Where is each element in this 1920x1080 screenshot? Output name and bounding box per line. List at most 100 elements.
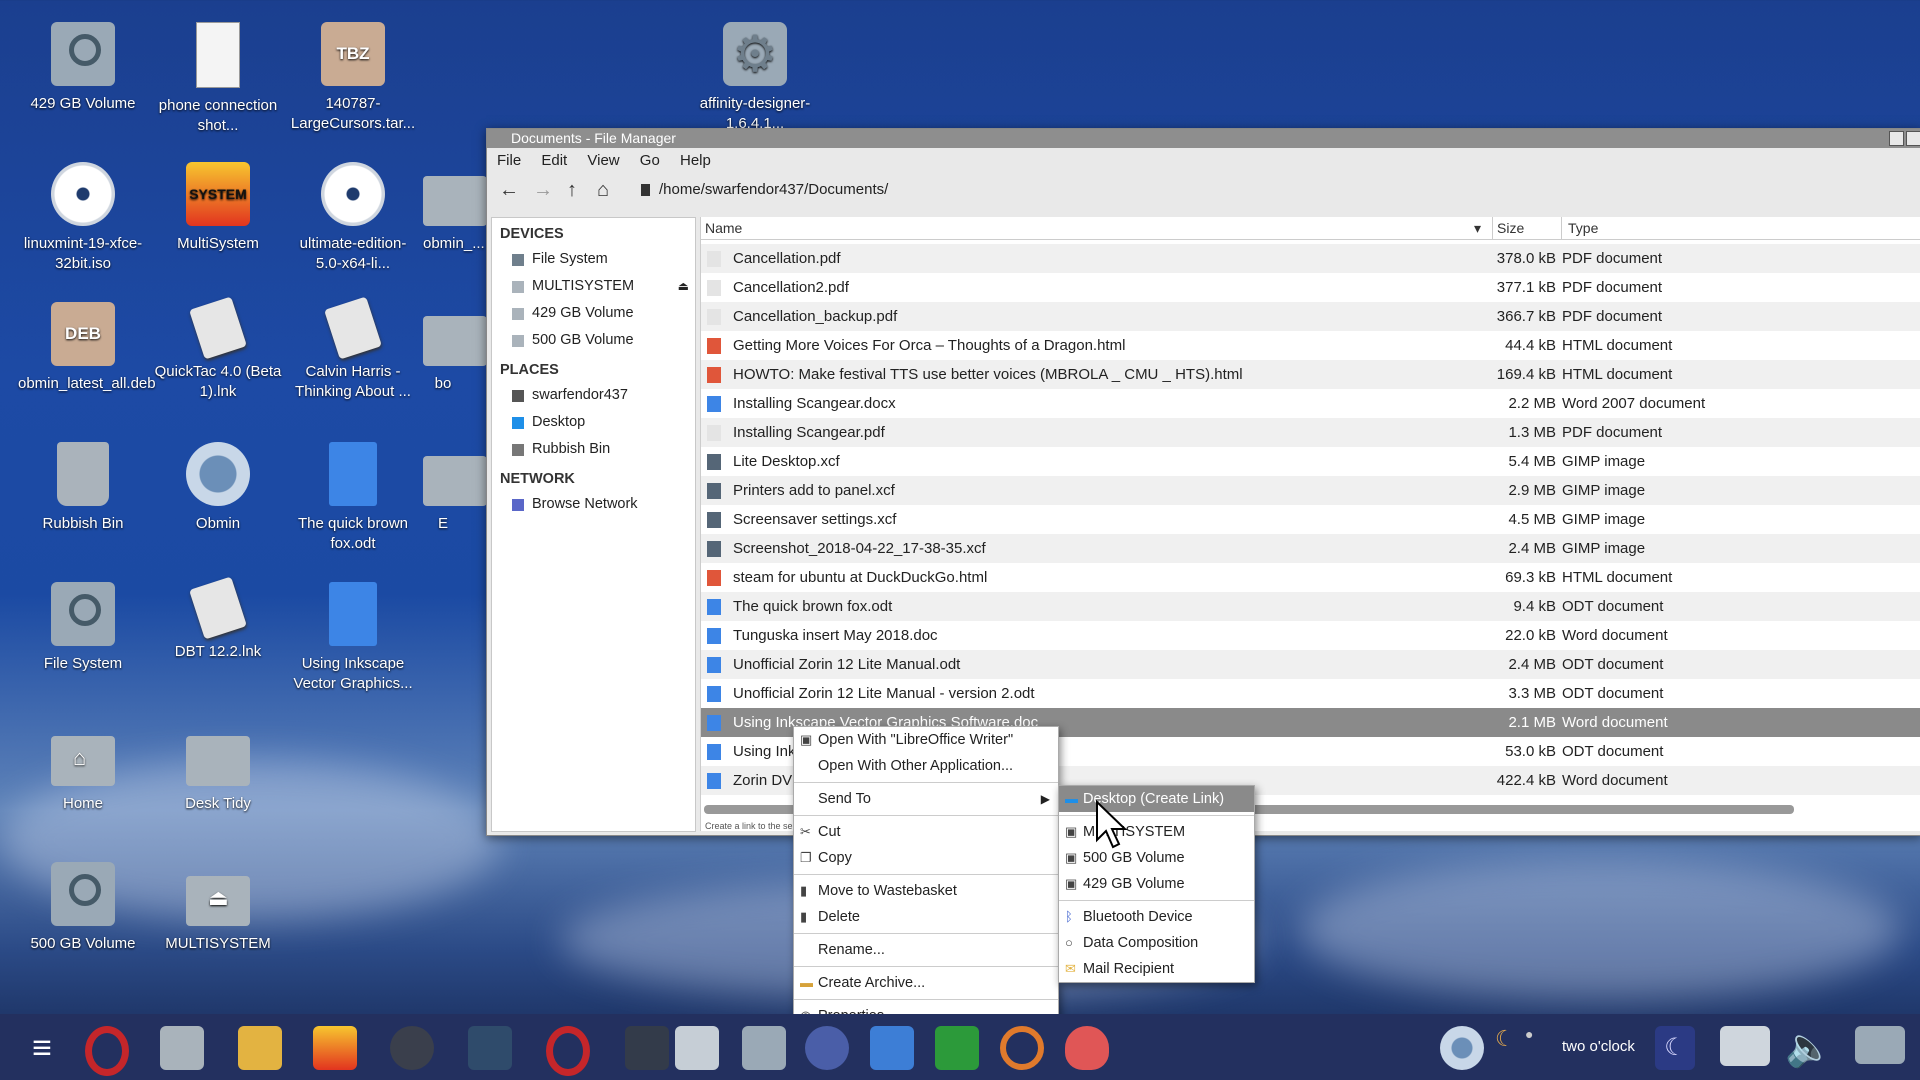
desktop-icon[interactable]: obmin_... xyxy=(423,162,487,254)
sidebar-item-browse-network[interactable]: Browse Network xyxy=(492,491,695,518)
maximize-button[interactable] xyxy=(1906,131,1920,146)
eject-icon[interactable]: ⏏ xyxy=(678,273,689,300)
menu-item-desktop-create-link[interactable]: ▬ Desktop (Create Link) xyxy=(1059,786,1254,812)
menu-item-move-to-wastebasket[interactable]: ▮ Move to Wastebasket xyxy=(794,878,1058,904)
size-column-header[interactable]: Size xyxy=(1492,217,1524,239)
desktop-icon[interactable]: Calvin Harris - Thinking About ... xyxy=(288,296,418,402)
menu-item-data-composition[interactable]: ○ Data Composition xyxy=(1059,930,1254,956)
menu-view[interactable]: View xyxy=(587,152,619,169)
menu-item-rename[interactable]: Rename... xyxy=(794,937,1058,963)
desktop-icon[interactable]: ⌂ Home xyxy=(18,722,148,814)
spreadsheet-icon[interactable] xyxy=(935,1026,979,1070)
desktop-icon[interactable]: ⚙ affinity-designer-1.6.4.1... xyxy=(690,22,820,134)
inkscape-icon[interactable] xyxy=(468,1026,512,1070)
sidebar-item-desktop[interactable]: Desktop xyxy=(492,409,695,436)
menu-item-send-to[interactable]: Send To ▶ xyxy=(794,786,1058,812)
desktop-icon[interactable]: Obmin xyxy=(153,442,283,534)
title-bar[interactable]: Documents - File Manager xyxy=(487,129,1920,148)
table-row[interactable]: Printers add to panel.xcf 2.9 MB GIMP imag… xyxy=(701,476,1920,505)
sort-chevron-down-icon[interactable]: ▾ xyxy=(1474,217,1481,239)
desktop-icon[interactable]: DBT 12.2.lnk xyxy=(153,576,283,662)
printer-icon[interactable] xyxy=(1720,1026,1770,1066)
desktop-icon[interactable]: The quick brown fox.odt xyxy=(288,442,418,554)
menu-item-bluetooth-device[interactable]: ᛒ Bluetooth Device xyxy=(1059,904,1254,930)
obmin-tray-icon[interactable] xyxy=(1440,1026,1484,1070)
table-row[interactable]: Screensaver settings.xcf 4.5 MB GIMP image xyxy=(701,505,1920,534)
desktop-icon[interactable]: Using Inkscape Vector Graphics... xyxy=(288,582,418,694)
table-row[interactable]: HOWTO: Make festival TTS use better voic… xyxy=(701,360,1920,389)
table-row[interactable]: Lite Desktop.xcf 5.4 MB GIMP image xyxy=(701,447,1920,476)
video-editor-icon[interactable] xyxy=(625,1026,669,1070)
location-path[interactable]: /home/swarfendor437/Documents/ xyxy=(659,174,888,206)
home-icon[interactable]: ⌂ xyxy=(597,174,609,206)
desktop-icon[interactable]: 500 GB Volume xyxy=(18,862,148,954)
desktop-icon[interactable]: QuickTac 4.0 (Beta 1).lnk xyxy=(153,296,283,402)
zorin-menu-icon[interactable]: ≡ xyxy=(20,1026,64,1070)
menu-help[interactable]: Help xyxy=(680,152,711,169)
type-column-header[interactable]: Type xyxy=(1561,217,1598,239)
desktop-icon[interactable]: TBZ 140787-LargeCursors.tar... xyxy=(288,22,418,134)
table-row[interactable]: Unofficial Zorin 12 Lite Manual - versio… xyxy=(701,679,1920,708)
desktop-icon[interactable]: DEB obmin_latest_all.deb xyxy=(18,302,156,394)
menu-item-multisystem[interactable]: ▣ MULTISYSTEM xyxy=(1059,819,1254,845)
table-row[interactable]: Cancellation2.pdf 377.1 kB PDF document xyxy=(701,273,1920,302)
mail-icon[interactable] xyxy=(238,1026,282,1070)
menu-file[interactable]: File xyxy=(497,152,521,169)
back-arrow-icon[interactable]: ← xyxy=(499,174,519,206)
table-row[interactable]: Installing Scangear.pdf 1.3 MB PDF documen… xyxy=(701,418,1920,447)
files-icon[interactable] xyxy=(160,1026,204,1070)
desktop-icon[interactable]: 429 GB Volume xyxy=(18,22,148,114)
night-mode-icon[interactable]: ☾ xyxy=(1655,1026,1695,1070)
drive-settings-icon[interactable] xyxy=(742,1026,786,1070)
desktop-icon[interactable]: Rubbish Bin xyxy=(18,442,148,534)
table-row[interactable]: Cancellation.pdf 378.0 kB PDF document xyxy=(701,244,1920,273)
volume-icon[interactable]: 🔈 xyxy=(1785,1026,1835,1070)
desktop-icon[interactable]: linuxmint-19-xfce-32bit.iso xyxy=(18,162,148,274)
multisystem-icon[interactable] xyxy=(313,1026,357,1070)
lightbulb-icon[interactable] xyxy=(1065,1026,1109,1070)
opera-icon[interactable] xyxy=(85,1026,129,1076)
table-row[interactable]: Tunguska insert May 2018.doc 22.0 kB Word … xyxy=(701,621,1920,650)
table-row[interactable]: The quick brown fox.odt 9.4 kB ODT documen… xyxy=(701,592,1920,621)
sidebar-item-multisystem[interactable]: MULTISYSTEM ⏏ xyxy=(492,273,695,300)
menu-edit[interactable]: Edit xyxy=(541,152,567,169)
minimize-button[interactable] xyxy=(1889,131,1904,146)
desktop-icon[interactable]: E xyxy=(423,442,487,534)
table-row[interactable]: Unofficial Zorin 12 Lite Manual.odt 2.4 M… xyxy=(701,650,1920,679)
desktop-icon[interactable]: bo xyxy=(423,302,487,394)
menu-go[interactable]: Go xyxy=(640,152,660,169)
menu-item-mail-recipient[interactable]: ✉ Mail Recipient xyxy=(1059,956,1254,982)
table-row[interactable]: steam for ubuntu at DuckDuckGo.html 69.3 … xyxy=(701,563,1920,592)
sidebar-item-500-gb-volume[interactable]: 500 GB Volume xyxy=(492,327,695,354)
desktop-icon[interactable]: ultimate-edition-5.0-x64-li... xyxy=(288,162,418,274)
menu-item-copy[interactable]: ❐ Copy xyxy=(794,845,1058,871)
system-monitor-icon[interactable] xyxy=(870,1026,914,1070)
desktop-icon[interactable]: ⏏ MULTISYSTEM xyxy=(153,862,283,954)
menu-item-create-archive[interactable]: ▬ Create Archive... xyxy=(794,970,1058,996)
file-manager-window[interactable]: Documents - File Manager File Edit View … xyxy=(486,128,1920,836)
weather-moon-icon[interactable]: ☾ xyxy=(1495,1026,1523,1070)
name-column-header[interactable]: Name xyxy=(705,217,742,239)
table-row[interactable]: Getting More Voices For Orca – Thoughts … xyxy=(701,331,1920,360)
menu-item-cut[interactable]: ✂ Cut xyxy=(794,819,1058,845)
desktop-icon[interactable]: File System xyxy=(18,582,148,674)
location-icon[interactable]: ● xyxy=(1525,1026,1545,1070)
opera-icon[interactable] xyxy=(546,1026,590,1076)
cat-icon[interactable] xyxy=(390,1026,434,1070)
desktop-icon[interactable]: SYSTEM MultiSystem xyxy=(153,162,283,254)
notes-icon[interactable] xyxy=(1855,1026,1905,1064)
menu-item-500-gb-volume[interactable]: ▣ 500 GB Volume xyxy=(1059,845,1254,871)
table-row[interactable]: Cancellation_backup.pdf 366.7 kB PDF docum… xyxy=(701,302,1920,331)
table-row[interactable]: Screenshot_2018-04-22_17-38-35.xcf 2.4 MB… xyxy=(701,534,1920,563)
document-editor-icon[interactable] xyxy=(675,1026,719,1070)
forward-arrow-icon[interactable]: → xyxy=(533,174,553,206)
menu-item-open-with-other-application[interactable]: Open With Other Application... xyxy=(794,753,1058,779)
menu-item-429-gb-volume[interactable]: ▣ 429 GB Volume xyxy=(1059,871,1254,897)
sidebar-item-swarfendor437[interactable]: swarfendor437 xyxy=(492,382,695,409)
sidebar-item-rubbish-bin[interactable]: Rubbish Bin xyxy=(492,436,695,463)
aperture-icon[interactable] xyxy=(805,1026,849,1070)
table-row[interactable]: Installing Scangear.docx 2.2 MB Word 2007 … xyxy=(701,389,1920,418)
desktop-icon[interactable]: phone connection shot... xyxy=(153,22,283,136)
clock[interactable]: two o'clock xyxy=(1562,1038,1635,1055)
up-arrow-icon[interactable]: ↑ xyxy=(567,174,577,206)
